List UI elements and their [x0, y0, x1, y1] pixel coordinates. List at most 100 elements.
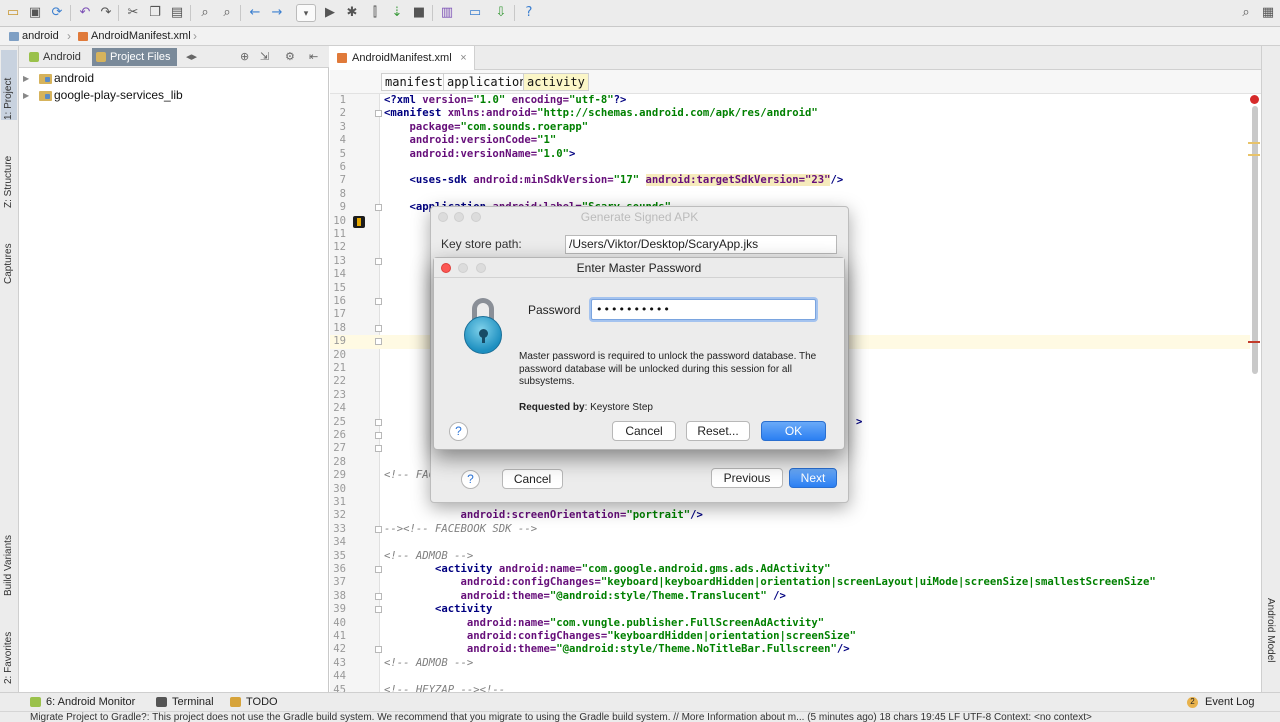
- breadcrumb-file[interactable]: AndroidManifest.xml: [77, 29, 191, 44]
- code-line[interactable]: 32 android:screenOrientation="portrait"/…: [330, 509, 1250, 522]
- help-button[interactable]: ?: [449, 422, 468, 441]
- sdk-icon[interactable]: ▦: [1259, 4, 1277, 22]
- warning-gutter-icon[interactable]: [353, 215, 365, 228]
- cancel-button[interactable]: Cancel: [612, 421, 676, 441]
- code-line[interactable]: 1 <?xml version="1.0" encoding="utf-8"?>: [330, 94, 1250, 107]
- xml-crumb-activity[interactable]: activity: [523, 73, 589, 91]
- window-minimize-button[interactable]: [458, 263, 468, 273]
- fold-marker-icon[interactable]: [375, 324, 382, 332]
- warning-stripe[interactable]: [1248, 154, 1260, 156]
- code-line[interactable]: 5 android:versionName="1.0">: [330, 148, 1250, 161]
- expand-arrow-icon[interactable]: ▶: [23, 70, 29, 87]
- tool-tab-android-model[interactable]: Android Model: [1262, 598, 1278, 688]
- stop-icon[interactable]: ■: [410, 4, 428, 22]
- tree-item[interactable]: ▶ google-play-services_lib: [19, 87, 329, 104]
- fold-marker-icon[interactable]: [375, 432, 382, 439]
- warning-stripe[interactable]: [1248, 142, 1260, 144]
- project-structure-icon[interactable]: ▥: [438, 4, 456, 22]
- undo-icon[interactable]: ↶: [76, 4, 94, 22]
- hide-panel-icon[interactable]: ⇤: [309, 50, 318, 63]
- redo-icon[interactable]: ↷: [97, 4, 115, 22]
- fold-marker-icon[interactable]: [375, 338, 382, 346]
- password-field[interactable]: ••••••••••: [591, 299, 816, 320]
- code-line[interactable]: 39 <activity: [330, 603, 1250, 616]
- window-zoom-button[interactable]: [476, 263, 486, 273]
- tool-tab-event-log[interactable]: 2 Event Log: [1187, 693, 1255, 711]
- error-stripe[interactable]: [1248, 341, 1260, 343]
- tool-tab-structure[interactable]: Z: Structure: [1, 132, 17, 208]
- breadcrumb-project[interactable]: android: [8, 29, 59, 44]
- fold-marker-icon[interactable]: [375, 646, 382, 654]
- reset-button[interactable]: Reset...: [686, 421, 750, 441]
- copy-icon[interactable]: ❐: [146, 4, 164, 22]
- scroll-from-source-icon[interactable]: ⊕: [240, 50, 249, 63]
- tool-tab-project[interactable]: 1: Project: [1, 50, 17, 120]
- tab-android-view[interactable]: Android: [25, 48, 87, 66]
- gear-icon[interactable]: ⚙: [285, 50, 295, 63]
- cut-icon[interactable]: ✂: [124, 4, 142, 22]
- tree-item[interactable]: ▶ android: [19, 70, 329, 87]
- code-line[interactable]: 43 <!-- ADMOB -->: [330, 657, 1250, 670]
- error-indicator-icon[interactable]: [1250, 95, 1259, 104]
- editor-tab-android-manifest[interactable]: AndroidManifest.xml ×: [330, 46, 475, 70]
- attach-debugger-icon[interactable]: ⫿: [366, 4, 384, 22]
- run-config-dropdown-icon[interactable]: ▾: [296, 4, 316, 22]
- fold-marker-icon[interactable]: [375, 445, 382, 453]
- sdk-manager-icon[interactable]: ⇩: [492, 4, 510, 22]
- code-line[interactable]: 38 android:theme="@android:style/Theme.T…: [330, 590, 1250, 603]
- fold-marker-icon[interactable]: [375, 606, 382, 614]
- tool-tab-favorites[interactable]: 2: Favorites: [1, 608, 17, 684]
- close-tab-icon[interactable]: ×: [460, 46, 466, 70]
- switch-view-icon[interactable]: ◂▸: [186, 50, 197, 63]
- next-button[interactable]: Next: [789, 468, 837, 488]
- code-line[interactable]: 8: [330, 188, 1250, 201]
- tab-project-files-view[interactable]: Project Files: [92, 48, 177, 66]
- fold-marker-icon[interactable]: [375, 418, 382, 426]
- code-line[interactable]: 2 <manifest xmlns:android="http://schemas…: [330, 107, 1250, 120]
- tool-tab-terminal[interactable]: Terminal: [156, 693, 214, 711]
- window-close-button[interactable]: [441, 263, 451, 273]
- paste-icon[interactable]: ▤: [168, 4, 186, 22]
- fold-marker-icon[interactable]: [375, 204, 382, 212]
- ok-button[interactable]: OK: [761, 421, 826, 441]
- code-line[interactable]: 44: [330, 670, 1250, 683]
- code-line[interactable]: 41 android:configChanges="keyboardHidden…: [330, 630, 1250, 643]
- code-line[interactable]: 4 android:versionCode="1": [330, 134, 1250, 147]
- code-line[interactable]: 36 <activity android:name="com.google.an…: [330, 563, 1250, 576]
- debug-icon[interactable]: ✱: [343, 4, 361, 22]
- previous-button[interactable]: Previous: [711, 468, 783, 488]
- code-line[interactable]: 34: [330, 536, 1250, 549]
- tool-tab-build-variants[interactable]: Build Variants: [1, 506, 17, 596]
- fold-marker-icon[interactable]: [375, 298, 382, 305]
- cancel-button[interactable]: Cancel: [502, 469, 563, 489]
- code-line[interactable]: 3 package="com.sounds.roerapp": [330, 121, 1250, 134]
- fold-marker-icon[interactable]: [375, 525, 382, 533]
- apply-changes-icon[interactable]: ⇣: [388, 4, 406, 22]
- fold-marker-icon[interactable]: [375, 110, 382, 118]
- fold-marker-icon[interactable]: [375, 257, 382, 265]
- find-icon[interactable]: ⌕: [196, 4, 214, 22]
- code-line[interactable]: 33 --><!-- FACEBOOK SDK -->: [330, 523, 1250, 536]
- fold-marker-icon[interactable]: [375, 566, 382, 573]
- tool-tab-android-monitor[interactable]: 6: Android Monitor: [30, 693, 135, 711]
- open-folder-icon[interactable]: ▭: [4, 4, 22, 22]
- avd-manager-icon[interactable]: ▭: [466, 4, 484, 22]
- replace-icon[interactable]: ⌕: [218, 4, 236, 22]
- search-everywhere-icon[interactable]: ⌕: [1237, 4, 1255, 22]
- tool-tab-captures[interactable]: Captures: [1, 222, 17, 284]
- expand-arrow-icon[interactable]: ▶: [23, 87, 29, 104]
- xml-crumb-application[interactable]: application: [443, 73, 531, 91]
- back-icon[interactable]: ←: [246, 4, 264, 22]
- forward-icon[interactable]: →: [268, 4, 286, 22]
- code-line[interactable]: 45 <!-- HEYZAP --><!--: [330, 684, 1250, 692]
- code-line[interactable]: 7 <uses-sdk android:minSdkVersion="17" a…: [330, 174, 1250, 187]
- collapse-all-icon[interactable]: ⇲: [260, 50, 269, 63]
- vertical-scrollbar[interactable]: [1252, 106, 1258, 374]
- help-icon[interactable]: ?: [520, 4, 538, 22]
- status-message[interactable]: Migrate Project to Gradle?: This project…: [0, 711, 1280, 722]
- code-line[interactable]: 35 <!-- ADMOB -->: [330, 550, 1250, 563]
- code-line[interactable]: 42 android:theme="@android:style/Theme.N…: [330, 643, 1250, 656]
- code-line[interactable]: 6: [330, 161, 1250, 174]
- keystore-path-field[interactable]: /Users/Viktor/Desktop/ScaryApp.jks: [565, 235, 837, 254]
- code-line[interactable]: 40 android:name="com.vungle.publisher.Fu…: [330, 617, 1250, 630]
